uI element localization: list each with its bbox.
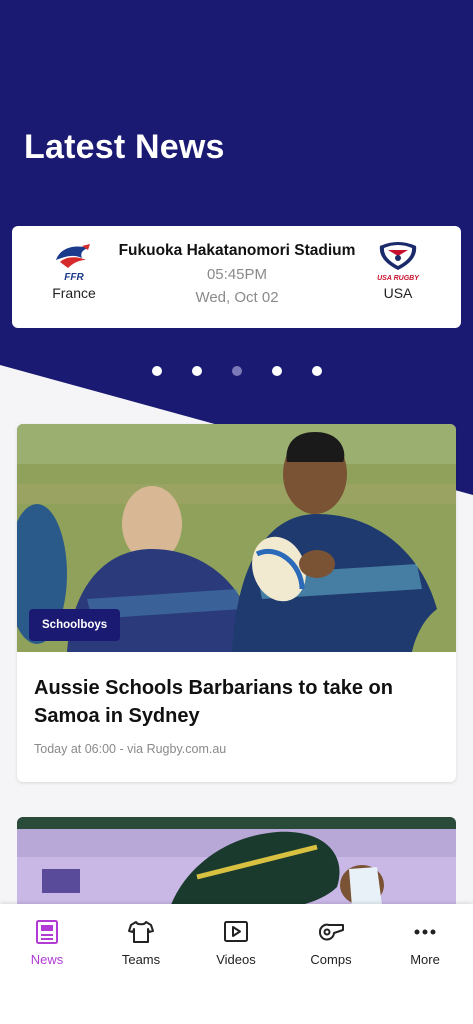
tab-more-label: More bbox=[410, 952, 440, 967]
news-meta: Today at 06:00 - via Rugby.com.au bbox=[34, 742, 227, 756]
carousel-dot[interactable] bbox=[271, 366, 282, 376]
news-headline[interactable]: Aussie Schools Barbarians to take on Sam… bbox=[34, 674, 434, 730]
svg-text:FFR: FFR bbox=[64, 272, 84, 282]
news-icon bbox=[36, 920, 58, 944]
match-date: Wed, Oct 02 bbox=[195, 289, 279, 306]
usa-rugby-eagle-logo: USA RUGBY bbox=[377, 242, 420, 282]
match-info: Fukuoka Hakatanomori Stadium 05:45PM Wed… bbox=[112, 242, 362, 306]
tab-teams-label: Teams bbox=[121, 952, 161, 967]
news-card[interactable] bbox=[17, 817, 456, 917]
tab-comps-label: Comps bbox=[310, 952, 352, 967]
carousel-dot[interactable] bbox=[151, 366, 162, 376]
carousel-indicator bbox=[0, 366, 473, 376]
news-card[interactable]: Schoolboys Aussie Schools Barbarians to … bbox=[17, 424, 456, 782]
tab-teams[interactable]: Teams bbox=[94, 918, 188, 967]
wallabies-training-photo bbox=[17, 817, 456, 917]
page-title: Latest News bbox=[24, 128, 225, 166]
tab-comps[interactable]: Comps bbox=[284, 918, 378, 967]
away-team: USA RUGBY USA bbox=[353, 240, 443, 301]
match-venue: Fukuoka Hakatanomori Stadium bbox=[118, 242, 356, 259]
carousel-dot[interactable] bbox=[311, 366, 322, 376]
tab-videos-label: Videos bbox=[216, 952, 256, 967]
more-dots-icon bbox=[414, 929, 436, 935]
carousel-dot[interactable] bbox=[191, 366, 202, 376]
tab-more[interactable]: More bbox=[378, 918, 472, 967]
home-team: FFR France bbox=[29, 240, 119, 301]
tab-news[interactable]: News bbox=[0, 918, 94, 967]
away-team-name: USA bbox=[383, 285, 413, 301]
play-icon bbox=[224, 921, 248, 942]
ffr-rooster-logo: FFR bbox=[56, 244, 90, 282]
jersey-icon bbox=[128, 921, 154, 943]
home-team-name: France bbox=[52, 285, 96, 301]
tab-videos[interactable]: Videos bbox=[189, 918, 283, 967]
category-badge[interactable]: Schoolboys bbox=[29, 609, 121, 641]
bottom-tab-bar: News Teams Videos Comps More bbox=[0, 904, 473, 1024]
tab-news-label: News bbox=[30, 952, 64, 967]
match-card[interactable]: FFR France Fukuoka Hakatanomori Stadium … bbox=[12, 226, 461, 328]
whistle-icon bbox=[319, 923, 344, 941]
carousel-dot-active[interactable] bbox=[231, 366, 242, 376]
svg-text:USA RUGBY: USA RUGBY bbox=[377, 275, 420, 282]
match-time: 05:45PM bbox=[206, 266, 268, 283]
